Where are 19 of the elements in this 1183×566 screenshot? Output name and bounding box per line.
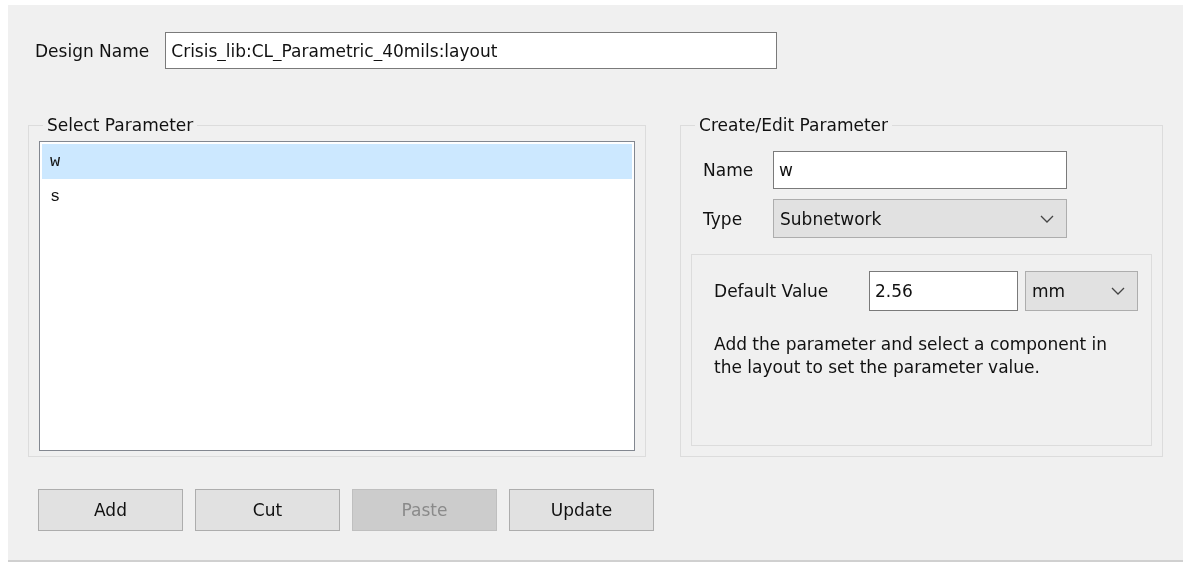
unit-dropdown[interactable]: mm [1025, 271, 1139, 311]
type-label: Type [702, 208, 744, 229]
chevron-icon [1111, 287, 1126, 295]
parameter-item[interactable]: s [42, 179, 633, 214]
action-button[interactable]: Cut [195, 489, 340, 531]
default-value-field[interactable]: 2.56 [869, 271, 1019, 311]
chevron-icon [1040, 214, 1055, 223]
action-button[interactable]: Add [38, 489, 183, 531]
group-title: Create/Edit Parameter [698, 115, 890, 135]
type-dropdown[interactable]: Subnetwork [773, 199, 1068, 238]
hint-text: Add the parameter and select a component in the layout to set the parameter value. [714, 333, 1108, 379]
group-title: Select Parameter [46, 115, 195, 135]
name-label: Name [702, 160, 755, 180]
design-name-label: Design Name [35, 40, 150, 61]
parameter-item[interactable]: w [42, 144, 633, 179]
default-value-label: Default Value [714, 281, 830, 301]
name-field[interactable]: w [773, 151, 1068, 189]
action-button[interactable]: Update [509, 489, 654, 531]
design-name-field[interactable]: Crisis_lib:CL_Parametric_40mils:layout [165, 32, 778, 69]
